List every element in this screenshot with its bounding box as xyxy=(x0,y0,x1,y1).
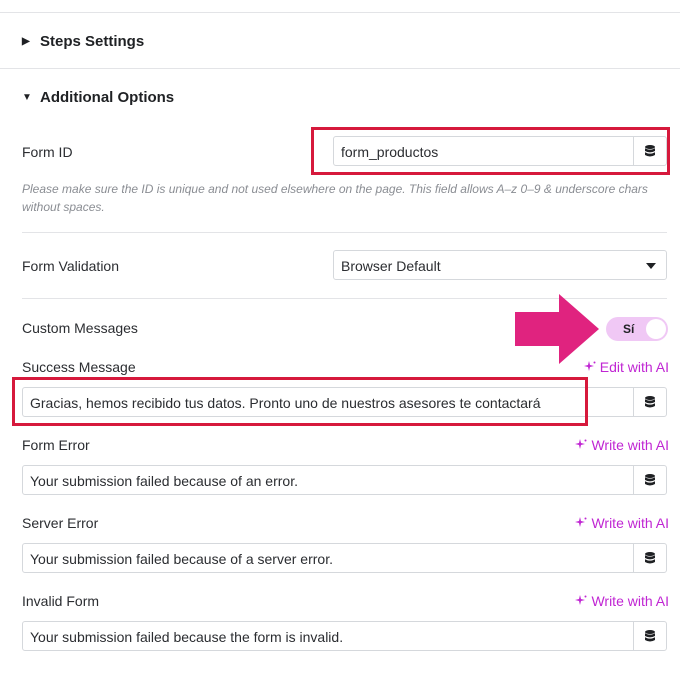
success-message-ai-label: Edit with AI xyxy=(599,359,669,375)
triangle-right-icon: ▶ xyxy=(22,36,30,47)
custom-messages-label: Custom Messages xyxy=(22,320,138,336)
success-message-label: Success Message xyxy=(22,359,136,375)
form-id-label: Form ID xyxy=(22,144,73,160)
success-message-input[interactable]: Gracias, hemos recibido tus datos. Pront… xyxy=(22,387,667,417)
custom-messages-toggle[interactable]: Sí xyxy=(606,317,668,341)
success-message-value: Gracias, hemos recibido tus datos. Pront… xyxy=(30,395,541,411)
database-icon xyxy=(645,630,655,642)
invalid-form-ai-button[interactable]: Write with AI xyxy=(575,593,669,609)
invalid-form-label: Invalid Form xyxy=(22,593,100,609)
invalid-form-ai-label: Write with AI xyxy=(591,593,669,609)
section-additional-options[interactable]: ▼ Additional Options xyxy=(22,89,174,106)
server-error-ai-label: Write with AI xyxy=(591,515,669,531)
arrow-pointer-icon xyxy=(515,294,599,364)
section-additional-options-title: Additional Options xyxy=(40,89,175,106)
database-icon xyxy=(645,552,655,564)
sparkle-icon xyxy=(575,439,587,449)
form-id-input[interactable]: form_productos xyxy=(333,136,667,166)
server-error-ai-button[interactable]: Write with AI xyxy=(575,515,669,531)
server-error-label: Server Error xyxy=(22,515,99,531)
database-icon xyxy=(645,474,655,486)
server-error-value: Your submission failed because of a serv… xyxy=(30,551,333,567)
form-error-ai-label: Write with AI xyxy=(591,437,669,453)
form-error-ai-button[interactable]: Write with AI xyxy=(575,437,669,453)
invalid-form-input[interactable]: Your submission failed because the form … xyxy=(22,621,667,651)
form-validation-select[interactable]: Browser Default xyxy=(333,250,667,280)
sparkle-icon xyxy=(575,517,587,527)
server-error-input[interactable]: Your submission failed because of a serv… xyxy=(22,543,667,573)
triangle-down-icon: ▼ xyxy=(22,92,32,103)
form-validation-value: Browser Default xyxy=(341,258,441,274)
form-error-label: Form Error xyxy=(22,437,90,453)
form-id-dynamic-tags[interactable] xyxy=(633,137,666,165)
success-message-ai-button[interactable]: Edit with AI xyxy=(583,359,669,375)
database-icon xyxy=(645,396,655,408)
form-id-value: form_productos xyxy=(341,144,439,160)
divider xyxy=(0,12,680,13)
divider xyxy=(22,232,667,233)
success-message-dynamic-tags[interactable] xyxy=(633,388,666,416)
sparkle-icon xyxy=(575,595,587,605)
chevron-down-icon xyxy=(646,263,656,269)
toggle-knob xyxy=(646,319,666,339)
form-error-input[interactable]: Your submission failed because of an err… xyxy=(22,465,667,495)
invalid-form-dynamic-tags[interactable] xyxy=(633,622,666,650)
section-steps-settings[interactable]: ▶ Steps Settings xyxy=(22,33,144,50)
form-id-help: Please make sure the ID is unique and no… xyxy=(22,182,648,214)
toggle-label: Sí xyxy=(623,322,635,336)
server-error-dynamic-tags[interactable] xyxy=(633,544,666,572)
database-icon xyxy=(645,145,655,157)
form-validation-label: Form Validation xyxy=(22,258,120,274)
divider xyxy=(0,68,680,69)
section-steps-settings-title: Steps Settings xyxy=(40,33,145,50)
sparkle-icon xyxy=(583,361,596,371)
invalid-form-value: Your submission failed because the form … xyxy=(30,629,344,645)
form-error-value: Your submission failed because of an err… xyxy=(30,473,298,489)
form-error-dynamic-tags[interactable] xyxy=(633,466,666,494)
